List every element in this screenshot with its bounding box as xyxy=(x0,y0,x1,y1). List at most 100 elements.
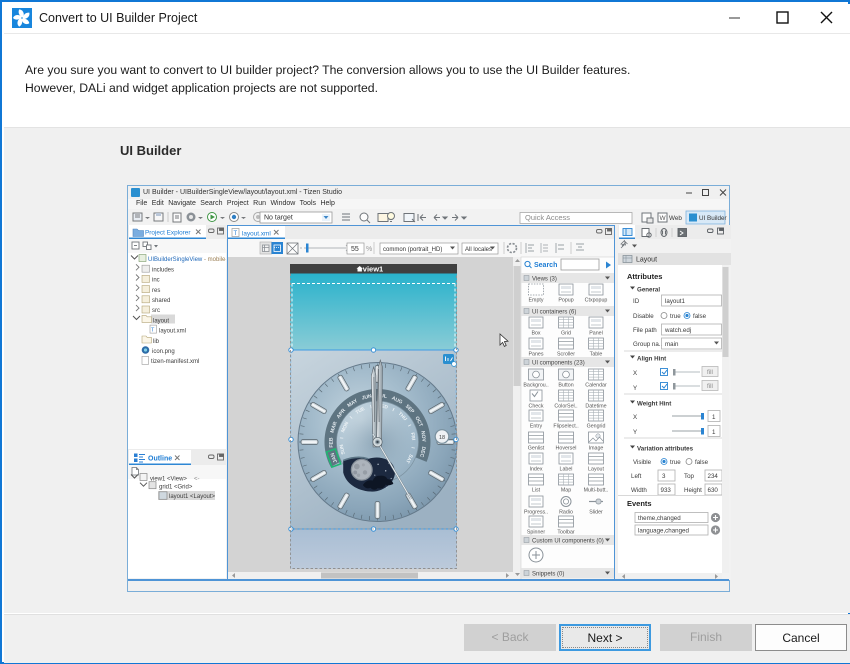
svg-text:Gengrid: Gengrid xyxy=(587,424,606,430)
svg-text:All locales: All locales xyxy=(465,247,492,253)
svg-text:Height: Height xyxy=(684,487,702,494)
svg-text:main: main xyxy=(665,341,679,348)
svg-text:Box: Box xyxy=(531,331,540,337)
svg-text:Layout: Layout xyxy=(588,467,604,473)
svg-text:List: List xyxy=(532,488,541,494)
svg-text:true: true xyxy=(670,459,681,466)
svg-text:Visible: Visible xyxy=(633,459,652,466)
svg-text:tizen-manifest.xml: tizen-manifest.xml xyxy=(151,359,199,365)
svg-text:Backgrou..: Backgrou.. xyxy=(523,383,548,389)
svg-text:55: 55 xyxy=(351,246,359,253)
svg-text:Empty: Empty xyxy=(528,298,543,304)
svg-text:933: 933 xyxy=(661,487,672,494)
svg-text:Spinner: Spinner xyxy=(527,530,545,536)
svg-text:File path: File path xyxy=(633,327,657,334)
svg-text:18: 18 xyxy=(439,435,445,441)
svg-text:layout1: layout1 xyxy=(665,298,686,305)
svg-text:Project Explorer: Project Explorer xyxy=(145,230,191,237)
svg-text:icon.png: icon.png xyxy=(152,349,175,355)
svg-text:ColorSel..: ColorSel.. xyxy=(554,404,577,410)
svg-text:Disable: Disable xyxy=(633,313,654,320)
svg-text:3: 3 xyxy=(662,473,666,480)
svg-text:Attributes: Attributes xyxy=(627,272,662,281)
svg-text:Image: Image xyxy=(589,446,604,452)
svg-text:Slider: Slider xyxy=(589,510,603,516)
svg-text:W: W xyxy=(660,215,667,222)
svg-text:watch.edj: watch.edj xyxy=(664,327,691,334)
svg-text:common (portrait_HD): common (portrait_HD) xyxy=(383,247,442,253)
svg-text:X: X xyxy=(633,414,637,421)
svg-text:Flipselect..: Flipselect.. xyxy=(553,424,578,430)
svg-text:Web: Web xyxy=(669,215,682,222)
svg-text:Check: Check xyxy=(528,404,543,410)
svg-text:Custom UI components (0): Custom UI components (0) xyxy=(532,539,604,545)
svg-text:false: false xyxy=(693,313,707,320)
svg-text:lib: lib xyxy=(153,339,160,345)
svg-text:Views (3): Views (3) xyxy=(532,277,557,283)
svg-text:ID: ID xyxy=(633,298,640,305)
svg-text:UI containers (6): UI containers (6) xyxy=(532,310,576,316)
svg-text:Width: Width xyxy=(631,487,647,494)
svg-text:Search: Search xyxy=(534,262,557,269)
svg-text:<-: <- xyxy=(194,477,200,483)
svg-text:Group na..: Group na.. xyxy=(633,341,663,348)
svg-text:UI components (23): UI components (23) xyxy=(532,361,585,367)
svg-text:true: true xyxy=(670,313,681,320)
svg-text:630: 630 xyxy=(708,487,719,494)
svg-text:Entry: Entry xyxy=(530,424,543,430)
svg-text:Toolbar: Toolbar xyxy=(557,530,575,536)
svg-text:%: % xyxy=(366,246,372,253)
svg-text:Panel: Panel xyxy=(589,331,603,337)
svg-text:includes: includes xyxy=(152,267,174,273)
svg-text:- mobile-4.0: - mobile-4.0 xyxy=(204,257,226,263)
svg-text:Index: Index xyxy=(530,467,543,473)
svg-text:layout: layout xyxy=(153,318,169,324)
svg-text:Top: Top xyxy=(684,473,695,480)
svg-text:Grid: Grid xyxy=(561,331,571,337)
svg-text:language,changed: language,changed xyxy=(638,528,689,535)
svg-text:UIBuilderSingleView: UIBuilderSingleView xyxy=(148,257,203,263)
svg-text:shared: shared xyxy=(152,298,170,304)
svg-text:Panes: Panes xyxy=(528,352,543,358)
svg-text:Ctxpopup: Ctxpopup xyxy=(585,298,608,304)
svg-text:Progress..: Progress.. xyxy=(524,510,548,516)
svg-text:Left: Left xyxy=(631,473,642,480)
svg-text:Button: Button xyxy=(558,383,573,389)
svg-text:grid1 <Grid>: grid1 <Grid> xyxy=(159,485,193,491)
svg-text:UI Builder: UI Builder xyxy=(699,215,727,222)
svg-text:1: 1 xyxy=(712,429,716,436)
svg-text:T: T xyxy=(234,231,238,237)
svg-text:General: General xyxy=(637,287,660,294)
svg-text:Table: Table xyxy=(590,352,603,358)
svg-text:Datetime: Datetime xyxy=(585,404,606,410)
svg-text:res: res xyxy=(152,288,160,294)
svg-text:Popup: Popup xyxy=(558,298,573,304)
svg-text:X: X xyxy=(633,370,637,377)
svg-text:1: 1 xyxy=(712,414,716,421)
svg-text:fill: fill xyxy=(707,383,713,390)
svg-text:Quick Access: Quick Access xyxy=(525,213,570,222)
svg-text:Hoversel: Hoversel xyxy=(556,446,577,452)
svg-text:Weight Hint: Weight Hint xyxy=(637,401,671,408)
svg-text:Map: Map xyxy=(561,488,571,494)
svg-text:FEB: FEB xyxy=(329,437,335,448)
svg-text:false: false xyxy=(695,459,709,466)
svg-text:Outline: Outline xyxy=(148,456,172,463)
svg-text:Variation attributes: Variation attributes xyxy=(637,446,694,453)
svg-text:Snippets (0): Snippets (0) xyxy=(532,572,564,578)
svg-text:inc: inc xyxy=(152,278,160,284)
svg-text:Events: Events xyxy=(627,499,652,508)
svg-text:Label: Label xyxy=(560,467,573,473)
svg-text:view1: view1 xyxy=(363,265,383,274)
svg-text:Align Hint: Align Hint xyxy=(637,356,666,363)
svg-text:Calendar: Calendar xyxy=(585,383,607,389)
svg-text:Layout: Layout xyxy=(636,257,657,264)
svg-text:layout.xml: layout.xml xyxy=(242,231,271,238)
svg-text:Scroller: Scroller xyxy=(557,352,575,358)
svg-text:theme,changed: theme,changed xyxy=(638,515,681,522)
svg-text:layout.xml: layout.xml xyxy=(159,329,186,335)
svg-text:No target: No target xyxy=(264,215,293,222)
svg-text:Y: Y xyxy=(633,385,637,392)
svg-text:234: 234 xyxy=(708,473,719,480)
svg-text:layout1 <Layout>: layout1 <Layout> xyxy=(169,494,216,500)
